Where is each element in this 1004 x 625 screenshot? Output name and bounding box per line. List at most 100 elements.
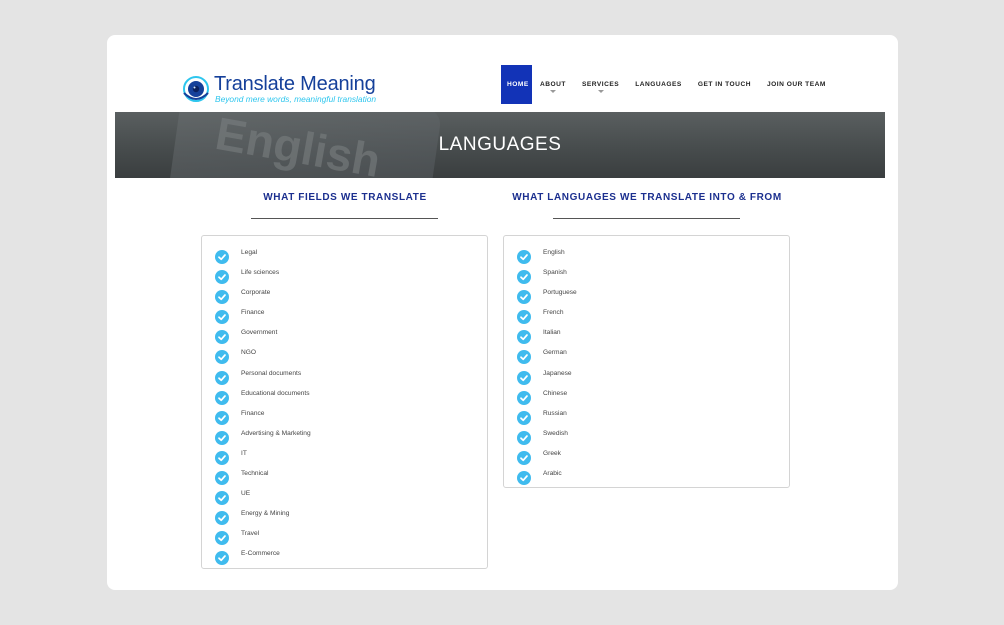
list-item-label: NGO — [241, 349, 257, 357]
list-item: UE — [202, 485, 487, 506]
list-item-label: Educational documents — [241, 389, 310, 397]
check-circle-icon — [215, 370, 229, 385]
fields-divider — [251, 218, 438, 219]
list-item-label: UE — [241, 490, 251, 498]
check-circle-icon — [215, 551, 229, 566]
list-item: Portuguese — [504, 284, 789, 305]
list-item-label: French — [543, 309, 564, 317]
caret-down-icon — [597, 90, 604, 93]
nav-item-languages[interactable]: LANGUAGES — [627, 65, 690, 104]
check-circle-icon — [215, 350, 229, 365]
list-item-label: IT — [241, 449, 247, 457]
list-item: Life sciences — [202, 264, 487, 285]
list-item-label: English — [543, 249, 565, 256]
list-item: Japanese — [504, 365, 789, 385]
list-item: Educational documents — [202, 385, 487, 405]
check-circle-icon — [215, 531, 229, 546]
page-banner: English LANGUAGES — [115, 112, 885, 178]
list-item: Greek — [504, 445, 789, 465]
list-item-label: Finance — [241, 409, 265, 417]
list-item-label: Advertising & Marketing — [241, 429, 311, 437]
list-item: Swedish — [504, 425, 789, 445]
list-item: Legal — [202, 244, 487, 264]
list-item-label: Legal — [241, 249, 258, 256]
nav-item-about[interactable]: ABOUT — [532, 65, 574, 104]
check-circle-icon — [215, 511, 229, 526]
check-circle-icon — [517, 430, 531, 445]
globe-eye-icon — [183, 76, 209, 102]
nav-label: ABOUT — [540, 81, 566, 88]
list-item-label: Russian — [543, 409, 567, 417]
list-item: German — [504, 344, 789, 365]
check-circle-icon — [517, 270, 531, 285]
list-item-label: Finance — [241, 309, 265, 317]
fields-list: Legal Life sciences Corporate Finance Govern… — [201, 235, 488, 569]
nav-label: JOIN OUR TEAM — [766, 81, 826, 88]
logo-tagline: Beyond mere words, meaningful translatio… — [215, 94, 377, 104]
list-item-label: Japanese — [543, 369, 572, 377]
check-circle-icon — [517, 471, 531, 486]
list-item: Russian — [504, 405, 789, 425]
site-logo[interactable]: Translate Meaning Beyond mere words, mea… — [182, 73, 376, 107]
nav-item-home[interactable]: HOME — [501, 65, 532, 104]
check-circle-icon — [517, 390, 531, 405]
check-circle-icon — [215, 450, 229, 465]
check-circle-icon — [215, 471, 229, 486]
check-circle-icon — [517, 310, 531, 325]
list-item: NGO — [202, 344, 487, 365]
list-item-label: Technical — [241, 470, 269, 478]
list-item: Advertising & Marketing — [202, 425, 487, 445]
check-circle-icon — [517, 450, 531, 465]
list-item: English — [504, 244, 789, 264]
main-nav: HOME ABOUT SERVICES LANGUAGES GET IN TOU… — [501, 65, 834, 104]
languages-heading: WHAT LANGUAGES WE TRANSLATE INTO & FROM — [512, 192, 782, 203]
check-circle-icon — [517, 410, 531, 425]
list-item-label: Italian — [543, 329, 561, 337]
check-circle-icon — [215, 410, 229, 425]
list-item: Arabic — [504, 465, 789, 486]
list-item-label: E-Commerce — [241, 550, 280, 558]
list-item-label: Spanish — [543, 269, 567, 277]
check-circle-icon — [215, 290, 229, 305]
check-circle-icon — [215, 270, 229, 285]
nav-label: HOME — [507, 81, 529, 88]
list-item: Finance — [202, 405, 487, 425]
list-item-label: Energy & Mining — [241, 510, 290, 518]
nav-item-join-our-team[interactable]: JOIN OUR TEAM — [759, 65, 834, 104]
nav-label: LANGUAGES — [635, 81, 682, 88]
list-item: Technical — [202, 465, 487, 486]
nav-item-get-in-touch[interactable]: GET IN TOUCH — [690, 65, 759, 104]
list-item: Travel — [202, 525, 487, 546]
logo-title: Translate Meaning — [214, 73, 376, 95]
check-circle-icon — [517, 370, 531, 385]
check-circle-icon — [517, 330, 531, 345]
list-item-label: Chinese — [543, 389, 568, 397]
list-item-label: Portuguese — [543, 289, 577, 297]
check-circle-icon — [517, 250, 531, 264]
check-circle-icon — [215, 390, 229, 405]
check-circle-icon — [517, 350, 531, 365]
check-circle-icon — [215, 310, 229, 325]
list-item: Finance — [202, 304, 487, 325]
nav-item-services[interactable]: SERVICES — [574, 65, 627, 104]
check-circle-icon — [215, 430, 229, 445]
check-circle-icon — [215, 491, 229, 506]
list-item: Italian — [504, 324, 789, 345]
list-item: Spanish — [504, 264, 789, 285]
check-circle-icon — [517, 290, 531, 305]
list-item: French — [504, 304, 789, 325]
list-item-label: Travel — [241, 530, 260, 538]
list-item-label: Arabic — [543, 470, 562, 478]
list-item: Personal documents — [202, 365, 487, 385]
list-item: Corporate — [202, 284, 487, 305]
list-item-label: Corporate — [241, 289, 271, 297]
check-circle-icon — [215, 250, 229, 264]
nav-label: GET IN TOUCH — [697, 81, 751, 88]
list-item: Chinese — [504, 385, 789, 405]
list-item-label: Life sciences — [241, 269, 280, 277]
check-circle-icon — [215, 330, 229, 345]
fields-heading: WHAT FIELDS WE TRANSLATE — [263, 192, 427, 203]
nav-label: SERVICES — [581, 81, 620, 88]
caret-down-icon — [549, 90, 556, 93]
list-item: Government — [202, 324, 487, 345]
